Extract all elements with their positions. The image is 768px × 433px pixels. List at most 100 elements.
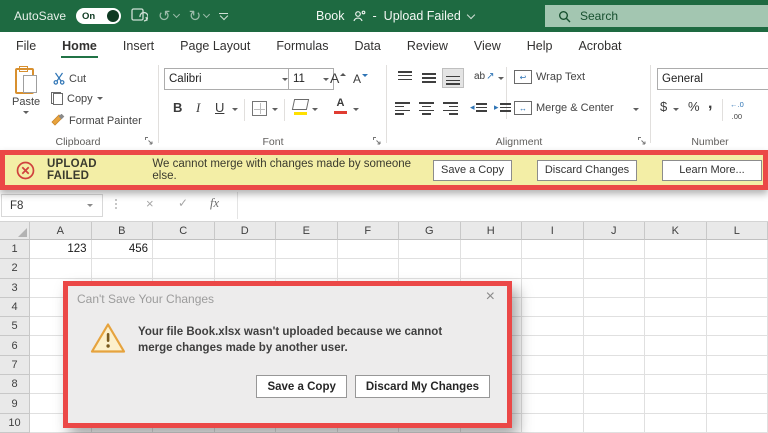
row-header-7[interactable]: 7 [0,355,30,376]
cell-E1[interactable] [276,240,338,260]
wrap-text-button[interactable]: ↩ Wrap Text [514,70,585,84]
copy-dropdown-icon[interactable] [96,97,103,100]
cell-D2[interactable] [214,259,276,279]
paste-button[interactable]: Paste [12,66,40,114]
column-header-C[interactable]: C [153,222,215,240]
close-icon[interactable]: × [486,289,495,305]
tab-insert[interactable]: Insert [110,33,167,60]
enter-icon[interactable]: ✓ [178,196,188,210]
increase-font-size-button[interactable]: A [330,70,347,86]
column-header-A[interactable]: A [30,222,92,240]
increase-decimal-button[interactable]: ←.0 .00 [730,101,744,120]
cell-K2[interactable] [645,259,707,279]
redo-dropdown-icon[interactable] [203,10,211,19]
cell-I1[interactable] [522,240,584,260]
cell-L1[interactable] [706,240,768,260]
cell-F1[interactable] [337,240,399,260]
middle-align-button[interactable] [418,68,440,88]
row-header-3[interactable]: 3 [0,278,30,298]
cell-K5[interactable] [645,317,707,337]
cell-J9[interactable] [583,394,645,414]
fill-color-dropdown-icon[interactable] [312,108,318,111]
borders-dropdown-icon[interactable] [272,108,278,111]
cell-K10[interactable] [645,413,707,433]
align-left-button[interactable] [395,102,410,115]
cell-K6[interactable] [645,336,707,356]
column-header-I[interactable]: I [522,222,584,240]
cell-J2[interactable] [583,259,645,279]
copy-button[interactable]: Copy [51,92,103,105]
cell-L10[interactable] [706,413,768,433]
tab-view[interactable]: View [461,33,514,60]
merge-center-dropdown-icon[interactable] [633,108,639,111]
tab-formulas[interactable]: Formulas [263,33,341,60]
underline-dropdown-icon[interactable] [232,108,238,111]
accounting-dropdown-icon[interactable] [673,108,679,111]
cell-K1[interactable] [645,240,707,260]
cell-H2[interactable] [460,259,522,279]
cell-J4[interactable] [583,297,645,318]
tab-help[interactable]: Help [514,33,566,60]
cell-J6[interactable] [583,336,645,356]
align-center-button[interactable] [419,102,434,115]
tab-home[interactable]: Home [49,33,110,60]
cell-L8[interactable] [706,375,768,395]
autosave-toggle[interactable]: On [76,8,122,24]
column-header-L[interactable]: L [706,222,768,240]
column-header-F[interactable]: F [337,222,399,240]
cell-L2[interactable] [706,259,768,279]
column-header-K[interactable]: K [645,222,707,240]
cell-E2[interactable] [276,259,338,279]
row-header-2[interactable]: 2 [0,259,30,279]
cell-B1[interactable]: 456 [91,240,153,260]
cell-C1[interactable] [153,240,215,260]
title-dropdown-icon[interactable] [466,10,476,19]
undo-dropdown-icon[interactable] [172,10,180,19]
font-family-combo[interactable]: Calibri [164,68,293,90]
cell-F2[interactable] [337,259,399,279]
tab-file[interactable]: File [3,33,49,60]
format-painter-button[interactable]: Format Painter [51,114,142,127]
cell-G2[interactable] [399,259,461,279]
column-header-J[interactable]: J [583,222,645,240]
row-header-8[interactable]: 8 [0,375,30,395]
cell-K7[interactable] [645,355,707,376]
column-header-E[interactable]: E [276,222,338,240]
row-header-5[interactable]: 5 [0,317,30,337]
search-box[interactable]: Search [545,5,768,27]
cell-J8[interactable] [583,375,645,395]
cell-I8[interactable] [522,375,584,395]
cell-H1[interactable] [460,240,522,260]
underline-button[interactable]: U [215,100,224,115]
font-size-combo[interactable]: 11 [288,68,334,90]
orientation-button[interactable]: ab ↗ [474,71,495,82]
merge-center-button[interactable]: ↔ Merge & Center [514,101,614,115]
customize-quick-access-icon[interactable] [219,11,229,21]
name-box-dropdown-icon[interactable] [87,204,93,207]
alignment-dialog-launcher-icon[interactable] [637,136,647,146]
row-header-9[interactable]: 9 [0,394,30,414]
font-color-button[interactable]: A [334,98,347,114]
increase-indent-button[interactable]: ▸ [494,102,511,113]
cell-L4[interactable] [706,297,768,318]
row-header-1[interactable]: 1 [0,240,30,260]
bottom-align-button[interactable] [442,68,464,88]
insert-function-icon[interactable]: fx [210,196,219,211]
align-right-button[interactable] [443,102,458,115]
select-all-corner[interactable] [0,222,30,240]
cell-B2[interactable] [91,259,153,279]
cell-L7[interactable] [706,355,768,376]
comma-style-button[interactable]: , [708,95,712,113]
cell-L6[interactable] [706,336,768,356]
column-header-H[interactable]: H [460,222,522,240]
borders-button[interactable] [252,101,267,116]
tab-page-layout[interactable]: Page Layout [167,33,263,60]
percent-style-button[interactable]: % [688,99,700,114]
cell-J3[interactable] [583,278,645,298]
cancel-icon[interactable]: × [146,196,154,211]
document-title-area[interactable]: Book - Upload Failed [316,0,476,32]
save-a-copy-button[interactable]: Save a Copy [433,159,512,181]
accounting-format-button[interactable]: $ [660,99,667,114]
cell-C2[interactable] [153,259,215,279]
learn-more-button[interactable]: Learn More... [662,159,762,181]
